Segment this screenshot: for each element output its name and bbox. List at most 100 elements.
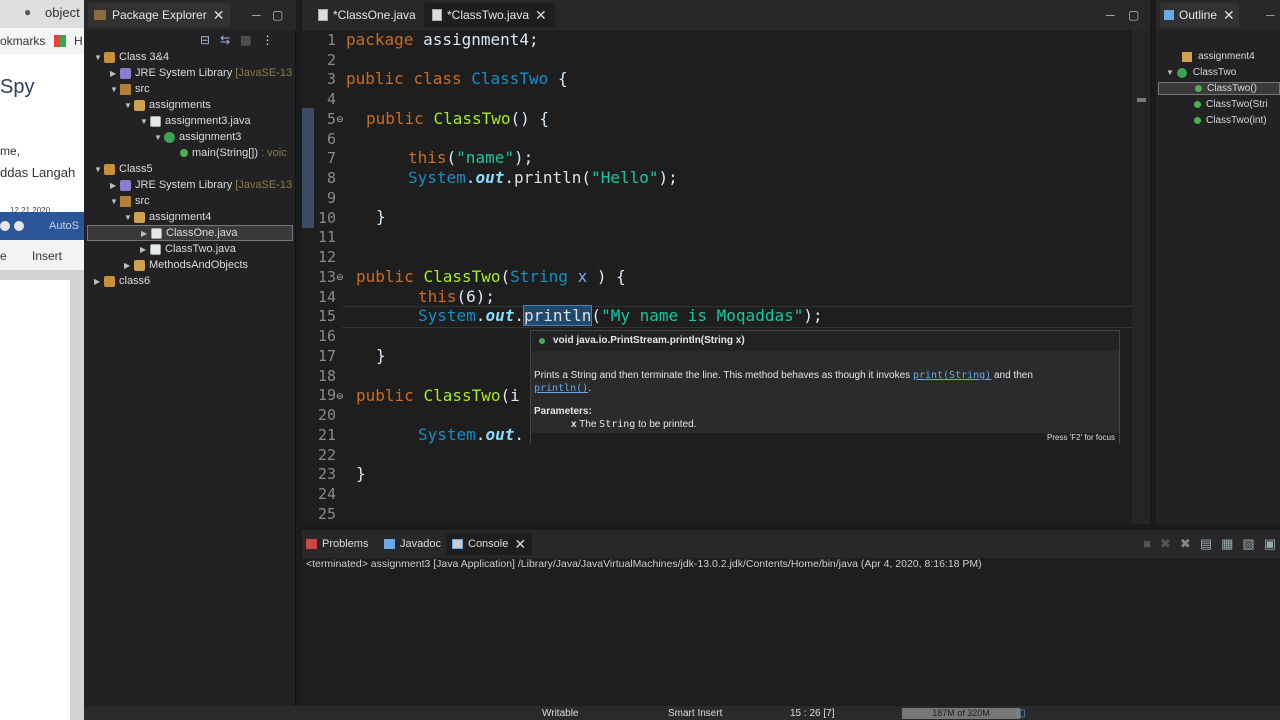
method-call-highlighted[interactable]: println bbox=[522, 305, 593, 326]
tree-item-project[interactable]: ▶ class6 bbox=[94, 273, 150, 289]
tab-javadoc[interactable]: Javadoc bbox=[384, 533, 441, 555]
collapsed-arrow-icon[interactable]: ▶ bbox=[124, 261, 134, 270]
status-cursor-position[interactable]: 15 : 26 [7] bbox=[790, 708, 834, 719]
code-line[interactable]: public class ClassTwo { bbox=[346, 69, 568, 88]
tab-problems[interactable]: Problems bbox=[306, 533, 368, 555]
close-icon[interactable]: ✕ bbox=[535, 7, 547, 24]
tree-item-java-file[interactable]: ▼ assignment3.java bbox=[140, 113, 251, 129]
link-print-string[interactable]: print(String) bbox=[913, 370, 991, 381]
fold-icon[interactable]: ⊖ bbox=[336, 114, 344, 125]
link-editor-icon[interactable]: ⇆ bbox=[220, 33, 230, 47]
tab-classone-java[interactable]: *ClassOne.java bbox=[308, 3, 426, 27]
fold-icon[interactable]: ⊖ bbox=[336, 272, 344, 283]
tree-item-method[interactable]: main(String[]) : voic bbox=[180, 145, 287, 161]
browser-tab-title[interactable]: object bbox=[45, 5, 80, 20]
tab-classtwo-java[interactable]: *ClassTwo.java ✕ bbox=[424, 3, 555, 27]
fold-icon[interactable]: ⊖ bbox=[336, 391, 344, 402]
garbage-collect-icon[interactable]: ◫ bbox=[1016, 708, 1025, 719]
close-icon[interactable]: ✕ bbox=[1223, 7, 1235, 24]
close-icon[interactable]: ✕ bbox=[213, 7, 225, 24]
javadoc-hover-tooltip[interactable]: void java.io.PrintStream.println(String … bbox=[530, 330, 1120, 444]
code-line[interactable]: } bbox=[376, 207, 386, 226]
terminate-icon[interactable]: ■ bbox=[1143, 536, 1151, 552]
outline-label: ClassTwo(int) bbox=[1206, 115, 1267, 126]
google-apps-icon[interactable] bbox=[54, 35, 66, 47]
code-line[interactable]: public ClassTwo(i bbox=[356, 386, 520, 405]
line-number: 11 bbox=[317, 228, 336, 246]
tree-item-java-file[interactable]: ▶ ClassTwo.java bbox=[140, 241, 236, 257]
expanded-arrow-icon[interactable]: ▼ bbox=[140, 117, 150, 126]
code-line[interactable]: System.out. bbox=[418, 425, 524, 444]
outline-item-constructor[interactable]: ClassTwo(Stri bbox=[1194, 99, 1268, 110]
expanded-arrow-icon[interactable]: ▼ bbox=[1166, 68, 1174, 77]
tree-item-package[interactable]: ▼ assignment4 bbox=[124, 209, 211, 225]
collapsed-arrow-icon[interactable]: ▶ bbox=[94, 277, 104, 286]
close-icon[interactable]: ✕ bbox=[514, 536, 526, 553]
overview-ruler[interactable] bbox=[1132, 30, 1150, 524]
view-menu-icon[interactable]: ⋮ bbox=[261, 33, 273, 47]
pin-console-icon[interactable]: ▧ bbox=[1242, 536, 1254, 552]
outline-item-class[interactable]: ▼ ClassTwo bbox=[1166, 67, 1236, 78]
tree-item-library[interactable]: ▶ JRE System Library [JavaSE-13 bbox=[110, 65, 292, 81]
minimize-icon[interactable]: ─ bbox=[1106, 8, 1115, 22]
outline-item-package[interactable]: assignment4 bbox=[1182, 51, 1255, 62]
maximize-icon[interactable]: ▢ bbox=[1128, 8, 1139, 22]
expanded-arrow-icon[interactable]: ▼ bbox=[124, 213, 134, 222]
code-line[interactable]: this(6); bbox=[418, 287, 495, 306]
scroll-lock-icon[interactable]: ▤ bbox=[1200, 536, 1212, 552]
collapsed-arrow-icon[interactable]: ▶ bbox=[140, 245, 150, 254]
code-line[interactable]: this("name"); bbox=[408, 148, 533, 167]
window-control-icon[interactable] bbox=[14, 221, 24, 231]
status-insert-mode[interactable]: Smart Insert bbox=[668, 708, 722, 719]
collapsed-arrow-icon[interactable]: ▶ bbox=[110, 181, 120, 190]
tab-outline[interactable]: Outline ✕ bbox=[1160, 3, 1239, 27]
autosave-label[interactable]: AutoS bbox=[49, 220, 79, 232]
collapse-all-icon[interactable]: ⊟ bbox=[200, 33, 210, 47]
minimize-icon[interactable]: ─ bbox=[252, 8, 261, 22]
remove-launch-icon[interactable]: ✖ bbox=[1160, 536, 1171, 552]
code-text: ); bbox=[658, 168, 678, 187]
tree-item-project[interactable]: ▼ Class 3&4 bbox=[94, 49, 169, 65]
code-line[interactable]: public ClassTwo(String x ) { bbox=[356, 267, 626, 286]
overview-ruler-mark[interactable] bbox=[1137, 98, 1146, 102]
open-console-icon[interactable]: ▣ bbox=[1264, 536, 1276, 552]
tree-item-src[interactable]: ▼ src bbox=[110, 193, 150, 209]
ribbon-tab-insert[interactable]: Insert bbox=[32, 249, 62, 263]
code-line[interactable]: } bbox=[376, 346, 386, 365]
expanded-arrow-icon[interactable]: ▼ bbox=[110, 85, 120, 94]
outline-item-constructor[interactable]: ClassTwo(int) bbox=[1194, 115, 1267, 126]
link-println[interactable]: println() bbox=[534, 383, 588, 394]
minimize-icon[interactable]: ─ bbox=[1266, 8, 1275, 22]
collapsed-arrow-icon[interactable]: ▶ bbox=[141, 229, 151, 238]
tree-item-package[interactable]: ▶ MethodsAndObjects bbox=[124, 257, 248, 273]
collapsed-arrow-icon[interactable]: ▶ bbox=[110, 69, 120, 78]
bookmarks-label[interactable]: okmarks bbox=[0, 34, 45, 48]
remove-all-icon[interactable]: ✖ bbox=[1180, 536, 1191, 552]
code-line[interactable]: } bbox=[356, 464, 366, 483]
focus-icon[interactable]: ▩ bbox=[240, 33, 251, 47]
word-wrap-icon[interactable]: ▦ bbox=[1221, 536, 1233, 552]
tree-item-project[interactable]: ▼ Class5 bbox=[94, 161, 153, 177]
code-line[interactable]: System.out.println("Hello"); bbox=[408, 168, 678, 187]
tree-item-class[interactable]: ▼ assignment3 bbox=[154, 129, 241, 145]
tree-item-package[interactable]: ▼ assignments bbox=[124, 97, 211, 113]
expanded-arrow-icon[interactable]: ▼ bbox=[124, 101, 134, 110]
tab-console[interactable]: Console ✕ bbox=[446, 533, 533, 555]
code-line-current[interactable]: System.out.println("My name is Moqaddas"… bbox=[418, 305, 823, 326]
bookmark-item[interactable]: H bbox=[74, 34, 83, 48]
tree-item-src[interactable]: ▼ src bbox=[110, 81, 150, 97]
tree-item-library[interactable]: ▶ JRE System Library [JavaSE-13 bbox=[110, 177, 292, 193]
outline-item-constructor-selected[interactable]: ClassTwo() bbox=[1158, 82, 1280, 95]
heap-status[interactable]: 187M of 320M bbox=[902, 708, 1020, 719]
expanded-arrow-icon[interactable]: ▼ bbox=[94, 53, 104, 62]
tree-item-java-file-selected[interactable]: ▶ ClassOne.java bbox=[87, 225, 293, 241]
code-line[interactable]: package assignment4; bbox=[346, 30, 539, 49]
expanded-arrow-icon[interactable]: ▼ bbox=[110, 197, 120, 206]
expanded-arrow-icon[interactable]: ▼ bbox=[94, 165, 104, 174]
tab-package-explorer[interactable]: Package Explorer ✕ bbox=[88, 3, 231, 27]
maximize-icon[interactable]: ▢ bbox=[272, 8, 283, 22]
expanded-arrow-icon[interactable]: ▼ bbox=[154, 133, 164, 142]
window-control-icon[interactable] bbox=[0, 221, 10, 231]
ribbon-tab[interactable]: e bbox=[0, 249, 7, 263]
code-line[interactable]: public ClassTwo() { bbox=[366, 109, 549, 128]
